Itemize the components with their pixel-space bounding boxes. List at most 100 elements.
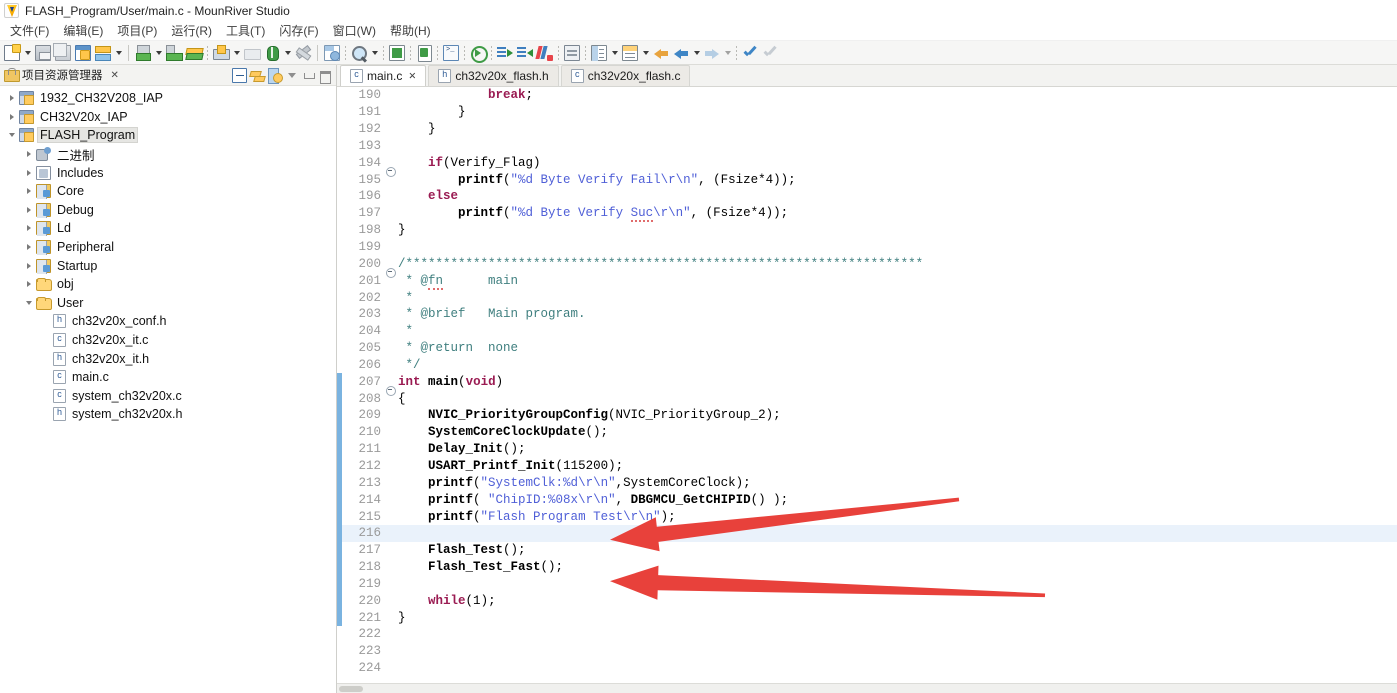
build-all-button[interactable] (164, 43, 184, 63)
tree-item-ch32v20x_conf.h[interactable]: ch32v20x_conf.h (0, 312, 336, 331)
view-menu-icon[interactable] (286, 68, 299, 83)
open-perspective-small-button[interactable] (322, 43, 342, 63)
editor-tab-ch32v20x_flash-h[interactable]: ch32v20x_flash.h (428, 65, 559, 86)
code-line-215[interactable]: 215 printf("Flash Program Test\r\n"); (337, 508, 1397, 525)
view-options-icon[interactable] (268, 67, 283, 84)
code-line-191[interactable]: 191 } (337, 104, 1397, 121)
download-run-dropdown-arrow-icon[interactable] (231, 43, 242, 63)
chevron-right-icon[interactable] (22, 170, 36, 176)
chevron-right-icon[interactable] (22, 281, 36, 287)
save-button[interactable] (33, 43, 53, 63)
menu-flash[interactable]: 闪存(F) (272, 20, 325, 41)
code-line-203[interactable]: 203 * @brief Main program. (337, 306, 1397, 323)
build-project-button[interactable] (133, 43, 153, 63)
chevron-right-icon[interactable] (22, 151, 36, 157)
code-editor[interactable]: 190 break; 191 } 192 } 193 194 if(Verify_Fla… (337, 87, 1397, 683)
tree-item-[interactable]: 二进制 (0, 145, 336, 164)
build-dropdown-arrow-icon[interactable] (153, 43, 164, 63)
terminal-button[interactable] (441, 43, 461, 63)
tree-item-ch32v20x_it.h[interactable]: ch32v20x_it.h (0, 349, 336, 368)
back-button[interactable] (651, 43, 671, 63)
console-button[interactable] (562, 43, 582, 63)
maximize-icon[interactable] (318, 68, 331, 84)
code-line-207[interactable]: 207 int main(void) (337, 373, 1397, 396)
editor-tab-main-c[interactable]: main.c ✕ (340, 65, 427, 86)
download-tool-button[interactable] (414, 43, 434, 63)
tree-item-Core[interactable]: Core (0, 182, 336, 201)
forward-button[interactable] (702, 43, 722, 63)
code-line-192[interactable]: 192 } (337, 121, 1397, 138)
code-line-212[interactable]: 212 USART_Printf_Init(115200); (337, 457, 1397, 475)
code-line-205[interactable]: 205 * @return none (337, 340, 1397, 357)
collapse-all-icon[interactable] (232, 67, 247, 83)
search-button[interactable] (349, 43, 369, 63)
scrollbar-thumb[interactable] (339, 686, 363, 692)
chevron-down-icon[interactable] (22, 301, 36, 305)
back-history-button[interactable] (671, 43, 691, 63)
code-line-198[interactable]: 198} (337, 222, 1397, 239)
chevron-right-icon[interactable] (22, 225, 36, 231)
code-line-223[interactable]: 223 (337, 643, 1397, 660)
code-line-216[interactable]: 216 (337, 524, 1397, 542)
download-run-button[interactable] (211, 43, 231, 63)
link-with-editor-icon[interactable] (250, 68, 265, 83)
menu-window[interactable]: 窗口(W) (326, 20, 383, 41)
search-dropdown-arrow-icon[interactable] (369, 43, 380, 63)
build-config-button[interactable] (93, 43, 113, 63)
chevron-right-icon[interactable] (22, 244, 36, 250)
code-line-208[interactable]: 208 { (337, 390, 1397, 408)
code-line-197[interactable]: 197 printf("%d Byte Verify Suc\r\n", (Fs… (337, 205, 1397, 223)
close-icon[interactable]: ✕ (111, 70, 119, 81)
forward-dropdown-arrow-icon[interactable] (722, 43, 733, 63)
tree-item-User[interactable]: User (0, 294, 336, 313)
save-all-button[interactable] (53, 42, 73, 63)
close-icon[interactable]: ✕ (408, 71, 416, 82)
code-line-209[interactable]: 209 NVIC_PriorityGroupConfig(NVIC_Priori… (337, 407, 1397, 424)
tree-item-Includes[interactable]: Includes (0, 163, 336, 182)
code-line-210[interactable]: 210 SystemCoreClockUpdate(); (337, 423, 1397, 441)
code-line-195[interactable]: 195 printf("%d Byte Verify Fail\r\n", (F… (337, 171, 1397, 188)
menu-run[interactable]: 运行(R) (164, 20, 219, 41)
step-into-button[interactable] (495, 43, 515, 63)
tree-item-system_ch32v20x.c[interactable]: system_ch32v20x.c (0, 387, 336, 406)
reset-button[interactable] (468, 43, 488, 63)
previous-annotation-dropdown-arrow-icon[interactable] (640, 43, 651, 63)
code-line-219[interactable]: 219 (337, 575, 1397, 593)
code-line-193[interactable]: 193 (337, 138, 1397, 155)
tree-item-CH32V20x_IAP[interactable]: CH32V20x_IAP (0, 108, 336, 127)
external-tools-button[interactable] (293, 43, 313, 63)
step-over-button[interactable] (515, 43, 535, 63)
next-annotation-button[interactable] (589, 43, 609, 63)
previous-annotation-button[interactable] (620, 43, 640, 63)
tree-item-main.c[interactable]: main.c (0, 368, 336, 387)
code-line-213[interactable]: 213 printf("SystemClk:%d\r\n",SystemCore… (337, 474, 1397, 492)
code-line-202[interactable]: 202 * (337, 289, 1397, 306)
tree-item-Debug[interactable]: Debug (0, 201, 336, 220)
tree-item-Startup[interactable]: Startup (0, 256, 336, 275)
menu-file[interactable]: 文件(F) (3, 20, 56, 41)
code-line-217[interactable]: 217 Flash_Test(); (337, 541, 1397, 559)
code-line-224[interactable]: 224 (337, 660, 1397, 677)
minimize-icon[interactable] (302, 68, 315, 83)
chevron-down-icon[interactable] (5, 133, 19, 137)
tree-item-FLASH_Program[interactable]: FLASH_Program (0, 126, 336, 145)
download-run-disabled-button[interactable] (242, 43, 262, 63)
check-button[interactable] (740, 43, 760, 63)
next-annotation-dropdown-arrow-icon[interactable] (609, 43, 620, 63)
code-line-199[interactable]: 199 (337, 239, 1397, 256)
back-history-dropdown-arrow-icon[interactable] (691, 43, 702, 63)
mrs-tool-button[interactable] (387, 43, 407, 63)
new-file-button[interactable] (2, 43, 22, 63)
code-line-214[interactable]: 214 printf( "ChipID:%08x\r\n", DBGMCU_Ge… (337, 491, 1397, 509)
chevron-right-icon[interactable] (22, 263, 36, 269)
code-line-220[interactable]: 220 while(1); (337, 592, 1397, 610)
menu-help[interactable]: 帮助(H) (383, 20, 438, 41)
code-line-221[interactable]: 221} (337, 609, 1397, 626)
tree-item-Ld[interactable]: Ld (0, 219, 336, 238)
menu-tools[interactable]: 工具(T) (219, 20, 272, 41)
menu-edit[interactable]: 编辑(E) (56, 20, 110, 41)
chevron-right-icon[interactable] (5, 95, 19, 101)
debug-button[interactable] (262, 43, 282, 63)
code-line-196[interactable]: 196 else (337, 188, 1397, 205)
tree-item-obj[interactable]: obj (0, 275, 336, 294)
